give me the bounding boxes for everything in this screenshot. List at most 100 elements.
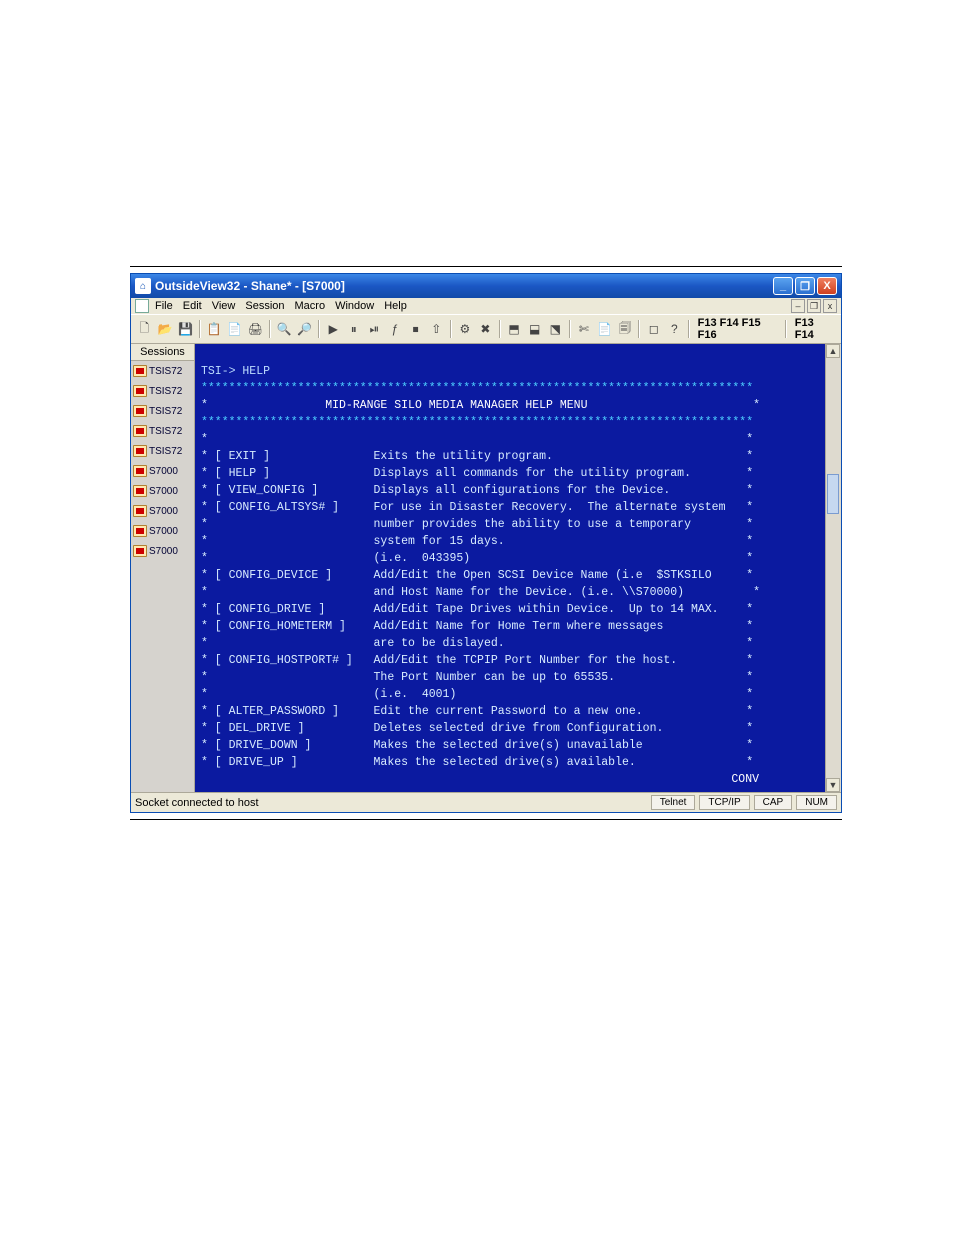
mdi-restore-button[interactable]: ❐ xyxy=(807,299,821,313)
session-item-label: TSIS72 xyxy=(149,446,182,457)
session-item[interactable]: S7000 xyxy=(131,501,194,521)
zoomin-icon[interactable]: 🔍 xyxy=(275,319,294,339)
scroll-down-arrow-icon[interactable]: ▼ xyxy=(826,778,840,792)
toolbar-separator xyxy=(499,320,501,338)
fkeys-group-1[interactable]: F13 F14 F15 F16 xyxy=(694,317,781,341)
maximize-button[interactable]: ❐ xyxy=(795,277,815,295)
session-item-label: S7000 xyxy=(149,466,178,477)
scroll-up-arrow-icon[interactable]: ▲ xyxy=(826,344,840,358)
doc-icon[interactable]: 📄 xyxy=(595,319,614,339)
toolbar: 🗋 📂 💾 📋 📄 🖨 🔍 🔎 ▶ ⏸ ⏯ ƒ ⏹ ⇧ ⚙ ✖ ⬒ ⬓ ⬔ xyxy=(131,314,841,344)
mdi-minimize-button[interactable]: – xyxy=(791,299,805,313)
session-item[interactable]: TSIS72 xyxy=(131,361,194,381)
mdi-child-icon[interactable] xyxy=(135,299,149,313)
status-message: Socket connected to host xyxy=(135,797,259,809)
window-icon[interactable]: ◻ xyxy=(644,319,663,339)
sessions-header: Sessions xyxy=(131,344,194,361)
scroll-thumb[interactable] xyxy=(827,474,839,514)
mdi-close-button[interactable]: x xyxy=(823,299,837,313)
print-icon[interactable]: 🖨 xyxy=(246,319,265,339)
toolbar-separator xyxy=(318,320,320,338)
macro-stop-icon[interactable]: ⏹ xyxy=(406,319,425,339)
terminal[interactable]: TSI-> HELP *****************************… xyxy=(195,344,825,792)
status-bar: Socket connected to host Telnet TCP/IP C… xyxy=(131,792,841,812)
terminal-icon xyxy=(133,365,147,377)
zoomout-icon[interactable]: 🔎 xyxy=(295,319,314,339)
terminal-body: * * * [ EXIT ] Exits the utility program… xyxy=(201,433,760,769)
terminal-heading-line: * MID-RANGE SILO MEDIA MANAGER HELP MENU… xyxy=(201,399,760,412)
session-item-label: TSIS72 xyxy=(149,386,182,397)
status-cell-num: NUM xyxy=(796,795,837,810)
menu-window[interactable]: Window xyxy=(335,300,374,312)
session-item[interactable]: S7000 xyxy=(131,521,194,541)
page-bottom-rule xyxy=(130,819,842,820)
tile2-icon[interactable]: ⬓ xyxy=(525,319,544,339)
minimize-button[interactable]: _ xyxy=(773,277,793,295)
tile3-icon[interactable]: ⬔ xyxy=(546,319,565,339)
terminal-heading: MID-RANGE SILO MEDIA MANAGER HELP MENU xyxy=(208,399,588,412)
status-cell-protocol: Telnet xyxy=(651,795,696,810)
save-icon[interactable]: 💾 xyxy=(176,319,195,339)
new-icon[interactable]: 🗋 xyxy=(135,319,154,339)
titlebar[interactable]: ⌂ OutsideView32 - Shane* - [S7000] _ ❐ X xyxy=(131,274,841,298)
terminal-icon xyxy=(133,385,147,397)
star-row-top: ****************************************… xyxy=(201,382,753,395)
close-button[interactable]: X xyxy=(817,277,837,295)
session-item[interactable]: TSIS72 xyxy=(131,441,194,461)
work-area: Sessions TSIS72 TSIS72 TSIS72 TSIS72 TSIS72 S… xyxy=(131,344,841,792)
session-item[interactable]: S7000 xyxy=(131,541,194,561)
toolbar-separator xyxy=(785,320,787,338)
upload-icon[interactable]: ⇧ xyxy=(427,319,446,339)
menu-edit[interactable]: Edit xyxy=(183,300,202,312)
menu-session[interactable]: Session xyxy=(245,300,284,312)
terminal-icon xyxy=(133,465,147,477)
session-item-label: S7000 xyxy=(149,526,178,537)
session-item-label: TSIS72 xyxy=(149,406,182,417)
menu-help[interactable]: Help xyxy=(384,300,407,312)
page-top-rule xyxy=(130,266,842,267)
menu-view[interactable]: View xyxy=(212,300,236,312)
status-cell-transport: TCP/IP xyxy=(699,795,749,810)
session-item[interactable]: TSIS72 xyxy=(131,421,194,441)
session-item-label: S7000 xyxy=(149,506,178,517)
status-cell-caps: CAP xyxy=(754,795,793,810)
settings-icon[interactable]: ⚙ xyxy=(456,319,475,339)
session-item[interactable]: TSIS72 xyxy=(131,401,194,421)
toolbar-separator xyxy=(199,320,201,338)
app-icon: ⌂ xyxy=(135,278,151,294)
function-icon[interactable]: ƒ xyxy=(386,319,405,339)
terminal-icon xyxy=(133,405,147,417)
copy-icon[interactable]: 📋 xyxy=(205,319,224,339)
toolbar-separator xyxy=(638,320,640,338)
tile1-icon[interactable]: ⬒ xyxy=(505,319,524,339)
docs-icon[interactable]: 🗐 xyxy=(616,319,635,339)
terminal-icon xyxy=(133,445,147,457)
terminal-prompt: TSI-> HELP xyxy=(201,365,270,378)
fkeys-group-2[interactable]: F13 F14 xyxy=(791,317,837,341)
session-item-label: S7000 xyxy=(149,486,178,497)
terminal-icon xyxy=(133,485,147,497)
menu-macro[interactable]: Macro xyxy=(295,300,326,312)
menu-file[interactable]: File xyxy=(155,300,173,312)
session-item[interactable]: TSIS72 xyxy=(131,381,194,401)
toolbar-separator xyxy=(269,320,271,338)
star-row-bot: ****************************************… xyxy=(201,416,753,429)
toolbar-separator xyxy=(450,320,452,338)
macro-pause-icon[interactable]: ⏸ xyxy=(344,319,363,339)
open-icon[interactable]: 📂 xyxy=(156,319,175,339)
terminal-icon xyxy=(133,525,147,537)
cut-icon[interactable]: ✄ xyxy=(575,319,594,339)
app-window: ⌂ OutsideView32 - Shane* - [S7000] _ ❐ X… xyxy=(130,273,842,813)
macro-play-icon[interactable]: ▶ xyxy=(324,319,343,339)
session-item-label: TSIS72 xyxy=(149,366,182,377)
terminal-conv: CONV xyxy=(201,771,819,788)
window-title: OutsideView32 - Shane* - [S7000] xyxy=(155,279,345,293)
disconnect-icon[interactable]: ✖ xyxy=(476,319,495,339)
macro-step-icon[interactable]: ⏯ xyxy=(365,319,384,339)
vertical-scrollbar[interactable]: ▲ ▼ xyxy=(825,344,841,792)
help-icon[interactable]: ? xyxy=(665,319,684,339)
menubar: File Edit View Session Macro Window Help xyxy=(149,298,413,314)
paste-icon[interactable]: 📄 xyxy=(225,319,244,339)
session-item[interactable]: S7000 xyxy=(131,461,194,481)
session-item[interactable]: S7000 xyxy=(131,481,194,501)
